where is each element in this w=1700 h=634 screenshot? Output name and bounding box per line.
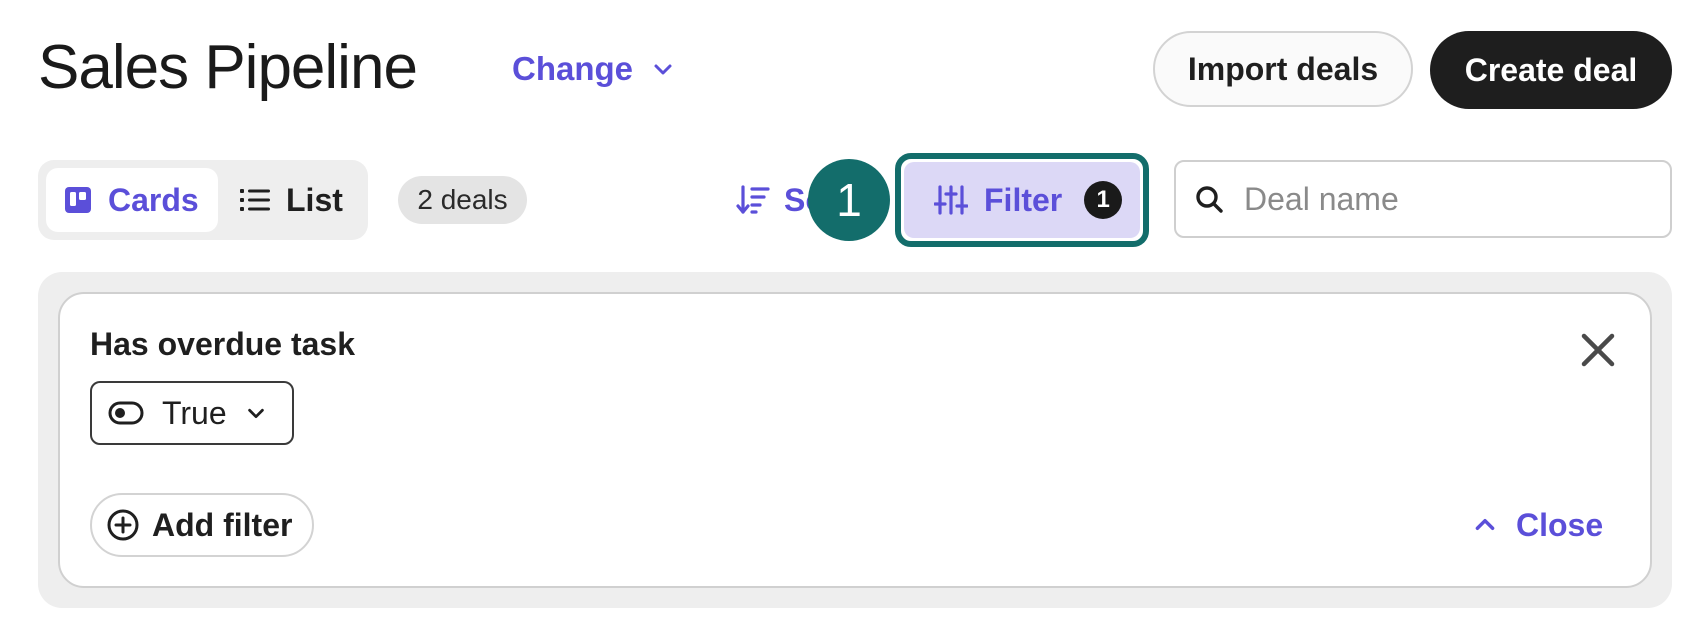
filter-count-badge: 1 [1084,181,1123,219]
view-list-button[interactable]: List [224,168,364,232]
view-cards-button[interactable]: Cards [46,168,218,232]
filter-field-label: Has overdue task [90,326,356,362]
remove-filter-close-icon[interactable] [1578,330,1618,370]
search-box [1174,160,1672,238]
filter-label: Filter [984,181,1063,218]
toggle-icon [108,401,144,425]
plus-circle-icon [107,509,139,541]
page-title: Sales Pipeline [38,33,418,102]
filter-button[interactable]: Filter 1 [904,162,1140,238]
chevron-down-icon [654,64,672,75]
change-pipeline-button[interactable]: Change [512,44,675,94]
sliders-icon [934,185,968,215]
list-icon [240,189,270,211]
import-deals-button[interactable]: Import deals [1153,31,1413,107]
filter-value-select[interactable]: True [90,381,294,445]
board-icon [65,187,91,213]
close-filter-panel-button[interactable]: Close [1472,500,1603,550]
view-cards-label: Cards [108,181,199,218]
filter-value-label: True [162,394,227,431]
sort-icon [736,185,770,214]
add-filter-button[interactable]: Add filter [90,493,314,557]
step-marker: 1 [808,159,890,241]
deals-count-badge: 2 deals [398,176,527,224]
create-deal-button[interactable]: Create deal [1430,31,1672,109]
chevron-down-icon [247,408,264,419]
add-filter-label: Add filter [152,506,293,543]
deal-name-search-input[interactable] [1242,179,1646,219]
search-icon [1196,186,1223,213]
chevron-up-icon [1475,518,1495,530]
close-label: Close [1516,506,1604,543]
change-label: Change [512,50,634,87]
view-list-label: List [286,181,343,218]
